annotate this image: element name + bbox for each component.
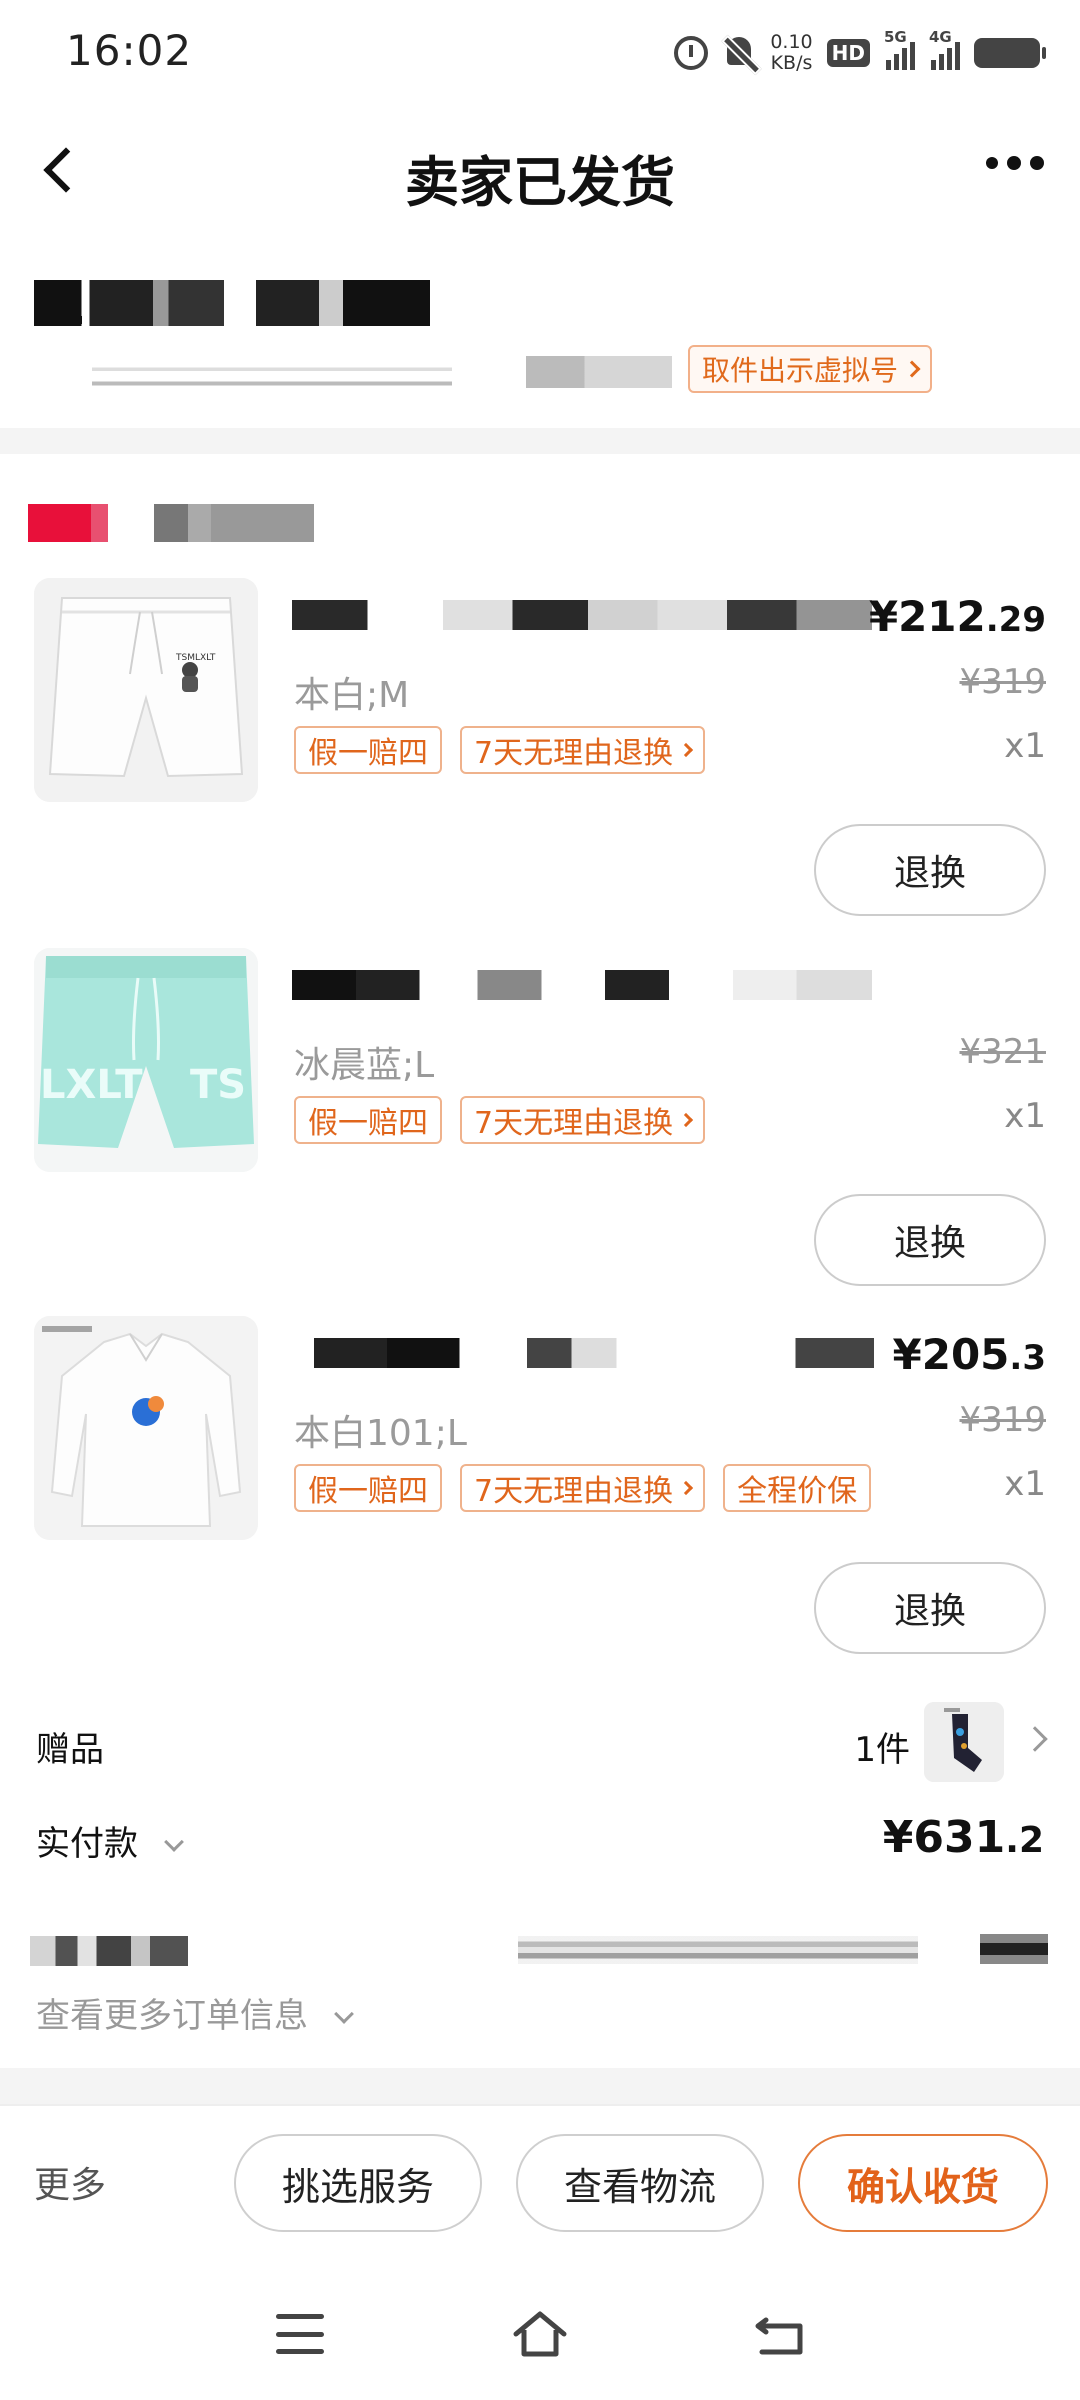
original-price: ¥319 bbox=[959, 662, 1046, 702]
chevron-right-icon bbox=[903, 360, 921, 378]
return-exchange-button[interactable]: 退换 bbox=[814, 824, 1046, 916]
bottom-action-bar: 更多 挑选服务 查看物流 确认收货 bbox=[0, 2104, 1080, 2272]
product-image-white-shorts[interactable]: TSMLXLT bbox=[34, 578, 258, 802]
page-title: 卖家已发货 bbox=[405, 151, 675, 214]
chevron-right-icon bbox=[679, 1480, 694, 1496]
product-tags: 假一赔四 7天无理由退换 bbox=[294, 1096, 706, 1144]
tag-7day-return[interactable]: 7天无理由退换 bbox=[460, 1096, 706, 1144]
tag-7day-return[interactable]: 7天无理由退换 bbox=[460, 726, 706, 774]
product-image-mint-shorts[interactable]: LXLT TS bbox=[34, 948, 258, 1172]
order-item[interactable]: LXLT TS 冰晨蓝;L 假一赔四 7天无理由退换 ¥321 x1 退换 bbox=[0, 948, 1080, 1318]
confirm-receipt-button[interactable]: 确认收货 bbox=[798, 2134, 1048, 2232]
redacted-phone bbox=[526, 356, 672, 388]
tag-7day-return-label: 7天无理由退换 bbox=[474, 736, 674, 771]
chevron-down-icon bbox=[163, 1832, 184, 1852]
order-item[interactable]: TSMLXLT 本白;M 假一赔四 7天无理由退换 ¥212.29 ¥319 x… bbox=[0, 578, 1080, 948]
signal-4g-icon: 4G bbox=[929, 28, 960, 70]
paid-amount-decimal: .2 bbox=[1005, 1820, 1044, 1861]
select-service-button[interactable]: 挑选服务 bbox=[234, 2134, 482, 2232]
back-icon[interactable] bbox=[752, 2312, 806, 2358]
gift-image-socks[interactable] bbox=[924, 1702, 1004, 1782]
network-speed-value: 0.10 bbox=[770, 31, 813, 53]
tag-7day-return[interactable]: 7天无理由退换 bbox=[460, 1464, 706, 1512]
product-tags: 假一赔四 7天无理由退换 全程价保 bbox=[294, 1464, 872, 1512]
order-item[interactable]: 本白101;L 假一赔四 7天无理由退换 全程价保 ¥205.3 ¥319 x1… bbox=[0, 1316, 1080, 1686]
pickup-virtual-number-tag[interactable]: 取件出示虚拟号 bbox=[688, 345, 933, 393]
price-decimal: .3 bbox=[1009, 1338, 1046, 1378]
nav-header: 卖家已发货 bbox=[0, 108, 1080, 230]
product-price: ¥212.29 bbox=[869, 592, 1046, 641]
svg-text:LXLT: LXLT bbox=[40, 1062, 143, 1108]
paid-amount-main: ¥631 bbox=[882, 1812, 1006, 1863]
redacted-name bbox=[34, 280, 430, 326]
section-divider bbox=[0, 428, 1080, 454]
product-image-white-shirt[interactable] bbox=[34, 1316, 258, 1540]
gift-label: 赠品 bbox=[36, 1730, 104, 1770]
recent-apps-icon[interactable] bbox=[276, 2314, 324, 2354]
chevron-right-icon bbox=[679, 1112, 694, 1128]
view-logistics-button[interactable]: 查看物流 bbox=[516, 2134, 764, 2232]
battery-icon bbox=[974, 38, 1046, 68]
redacted-order-label bbox=[30, 1936, 188, 1966]
paid-label[interactable]: 实付款 bbox=[36, 1816, 184, 1865]
quantity: x1 bbox=[1004, 1464, 1046, 1504]
status-icons: 0.10 KB/s HD 5G 4G bbox=[674, 28, 1046, 78]
redacted-product-title bbox=[292, 600, 872, 630]
chevron-right-icon bbox=[679, 742, 694, 758]
product-tags: 假一赔四 7天无理由退换 bbox=[294, 726, 706, 774]
tag-7day-return-label: 7天无理由退换 bbox=[474, 1474, 674, 1509]
more-options-icon[interactable] bbox=[986, 156, 1044, 170]
signal-5g-label: 5G bbox=[884, 28, 907, 46]
network-speed: 0.10 KB/s bbox=[770, 32, 812, 74]
product-spec: 本白101;L bbox=[294, 1413, 467, 1454]
tag-fake-compensation: 假一赔四 bbox=[294, 1096, 442, 1144]
product-spec: 本白;M bbox=[294, 675, 410, 716]
section-divider bbox=[0, 2068, 1080, 2104]
more-order-info-toggle[interactable]: 查看更多订单信息 bbox=[36, 1988, 354, 2037]
quantity: x1 bbox=[1004, 726, 1046, 766]
pickup-tag-label: 取件出示虚拟号 bbox=[702, 354, 899, 387]
signal-5g-icon: 5G bbox=[884, 28, 915, 70]
quantity: x1 bbox=[1004, 1096, 1046, 1136]
status-time: 16:02 bbox=[66, 26, 193, 75]
paid-label-text: 实付款 bbox=[36, 1824, 138, 1864]
svg-text:TS: TS bbox=[190, 1062, 246, 1108]
tag-price-protection: 全程价保 bbox=[723, 1464, 872, 1512]
home-icon[interactable] bbox=[512, 2308, 568, 2360]
svg-text:TSMLXLT: TSMLXLT bbox=[175, 653, 216, 663]
return-exchange-button[interactable]: 退换 bbox=[814, 1194, 1046, 1286]
product-spec: 冰晨蓝;L bbox=[294, 1045, 435, 1086]
redacted-shop-name bbox=[28, 504, 314, 542]
alarm-icon bbox=[674, 36, 709, 70]
product-price: ¥205.3 bbox=[893, 1330, 1046, 1379]
more-link[interactable]: 更多 bbox=[34, 2156, 106, 2208]
chevron-down-icon bbox=[333, 2004, 354, 2024]
tag-7day-return-label: 7天无理由退换 bbox=[474, 1106, 674, 1141]
hd-voice-icon: HD bbox=[826, 39, 870, 67]
price-main: ¥205 bbox=[892, 1330, 1010, 1379]
original-price: ¥319 bbox=[959, 1400, 1046, 1440]
redacted-order-number bbox=[518, 1936, 918, 1964]
tag-fake-compensation: 假一赔四 bbox=[294, 726, 442, 774]
redacted-copy-button[interactable] bbox=[980, 1934, 1048, 1964]
chevron-right-icon[interactable] bbox=[1022, 1726, 1048, 1752]
original-price: ¥321 bbox=[959, 1032, 1046, 1072]
status-bar: 16:02 0.10 KB/s HD 5G 4G bbox=[0, 0, 1080, 108]
signal-4g-label: 4G bbox=[929, 28, 952, 46]
price-main: ¥212 bbox=[868, 592, 986, 641]
redacted-product-title bbox=[292, 970, 872, 1000]
redacted-address bbox=[92, 362, 452, 390]
tag-fake-compensation: 假一赔四 bbox=[294, 1464, 442, 1512]
redacted-product-title bbox=[314, 1338, 874, 1368]
redacted-name-line bbox=[34, 316, 82, 324]
system-navigation-bar bbox=[0, 2272, 1080, 2400]
more-order-info-label: 查看更多订单信息 bbox=[36, 1996, 308, 2036]
price-decimal: .29 bbox=[985, 600, 1046, 640]
gift-count: 1件 bbox=[854, 1730, 910, 1770]
mute-bell-icon bbox=[721, 34, 762, 76]
return-exchange-button[interactable]: 退换 bbox=[814, 1562, 1046, 1654]
network-speed-unit: KB/s bbox=[770, 52, 813, 74]
paid-amount: ¥631.2 bbox=[883, 1812, 1044, 1863]
